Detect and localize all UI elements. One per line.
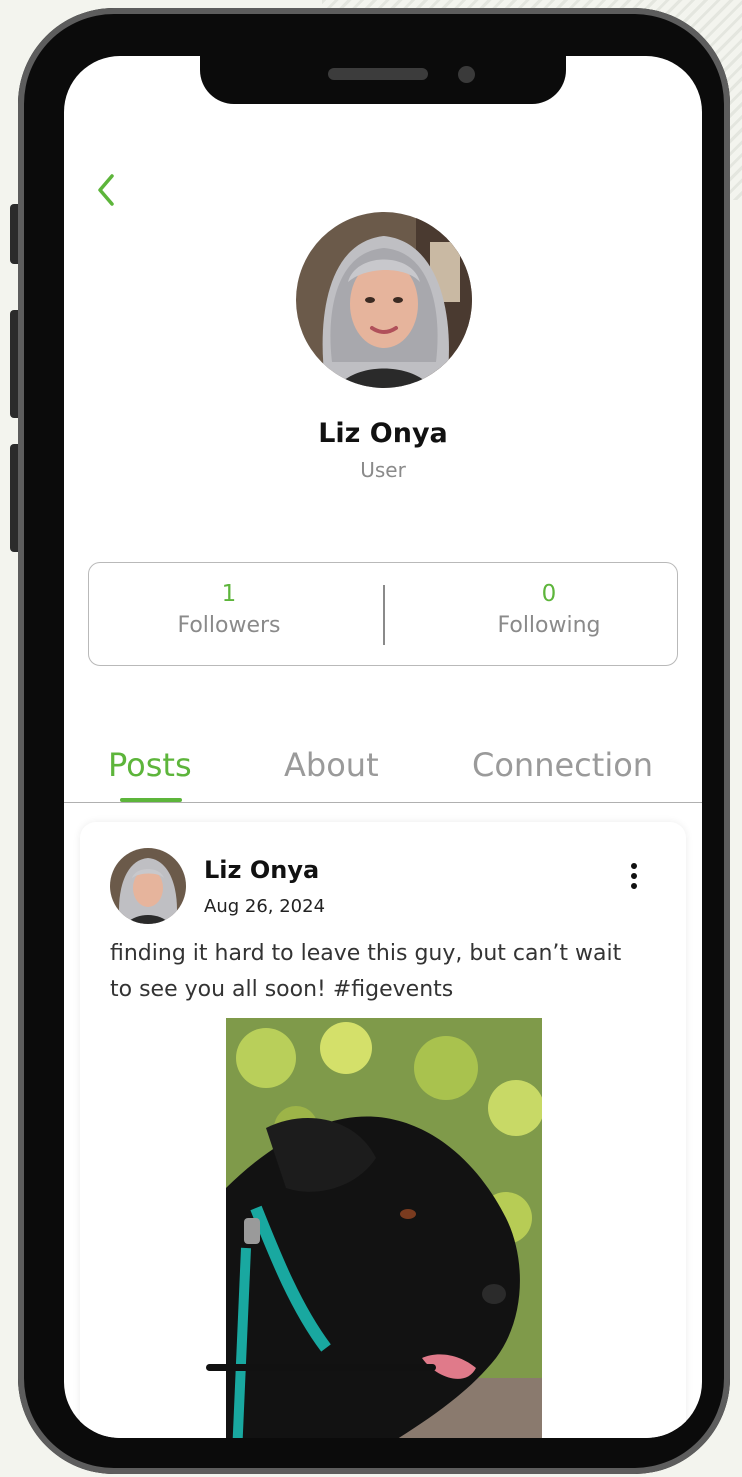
post-date: Aug 26, 2024 (204, 896, 326, 917)
vertical-ellipsis-icon[interactable] (628, 860, 640, 892)
followers-stat[interactable]: 1 Followers (99, 581, 359, 638)
speaker-grille (328, 68, 428, 80)
followers-count: 1 (221, 581, 237, 607)
post-photo[interactable] (226, 1018, 542, 1438)
front-camera (458, 66, 475, 83)
app-screen: Liz Onya User 1 Followers 0 Following Po… (64, 56, 702, 1438)
home-indicator (206, 1364, 436, 1371)
stats-divider (383, 585, 385, 645)
post-text: finding it hard to leave this guy, but c… (110, 941, 622, 1002)
following-stat[interactable]: 0 Following (419, 581, 679, 638)
tab-connection[interactable]: Connection (472, 746, 653, 784)
active-tab-indicator (120, 798, 182, 802)
post-author-name[interactable]: Liz Onya (204, 856, 319, 884)
post-card: Liz Onya Aug 26, 2024 finding it hard to… (80, 822, 686, 1438)
following-count: 0 (541, 581, 557, 607)
profile-tabs: Posts About Connection (64, 746, 702, 803)
profile-name: Liz Onya (318, 418, 448, 449)
followers-label: Followers (177, 613, 281, 638)
phone-notch (200, 44, 566, 104)
post-author-avatar[interactable] (110, 848, 186, 924)
following-label: Following (497, 613, 601, 638)
tab-posts[interactable]: Posts (108, 746, 192, 784)
chevron-left-icon[interactable] (92, 170, 120, 210)
tab-about[interactable]: About (284, 746, 379, 784)
profile-role: User (360, 458, 406, 482)
profile-avatar (296, 212, 472, 388)
follow-stats: 1 Followers 0 Following (88, 562, 678, 666)
